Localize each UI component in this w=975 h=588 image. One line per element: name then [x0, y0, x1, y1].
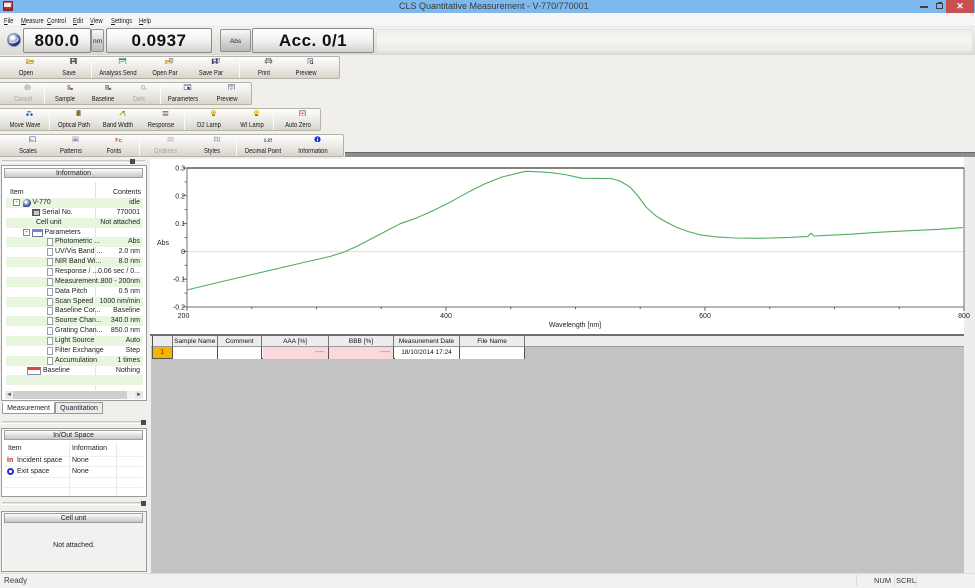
svg-text:600: 600: [699, 313, 711, 320]
svg-text:800: 800: [958, 313, 970, 320]
svg-text:Wavelength [nm]: Wavelength [nm]: [549, 322, 601, 329]
svg-text:-0.1: -0.1: [173, 277, 185, 284]
svg-text:0: 0: [181, 249, 185, 256]
svg-text:0.3: 0.3: [175, 166, 185, 173]
svg-text:1.23: 1.23: [264, 137, 272, 142]
svg-text:0.2: 0.2: [175, 193, 185, 200]
svg-text:0.1: 0.1: [175, 221, 185, 228]
svg-text:200: 200: [178, 313, 190, 320]
svg-text:C: C: [119, 137, 123, 142]
svg-text:Abs: Abs: [157, 240, 170, 247]
svg-text:400: 400: [440, 313, 452, 320]
svg-text:-0.2: -0.2: [173, 305, 185, 312]
